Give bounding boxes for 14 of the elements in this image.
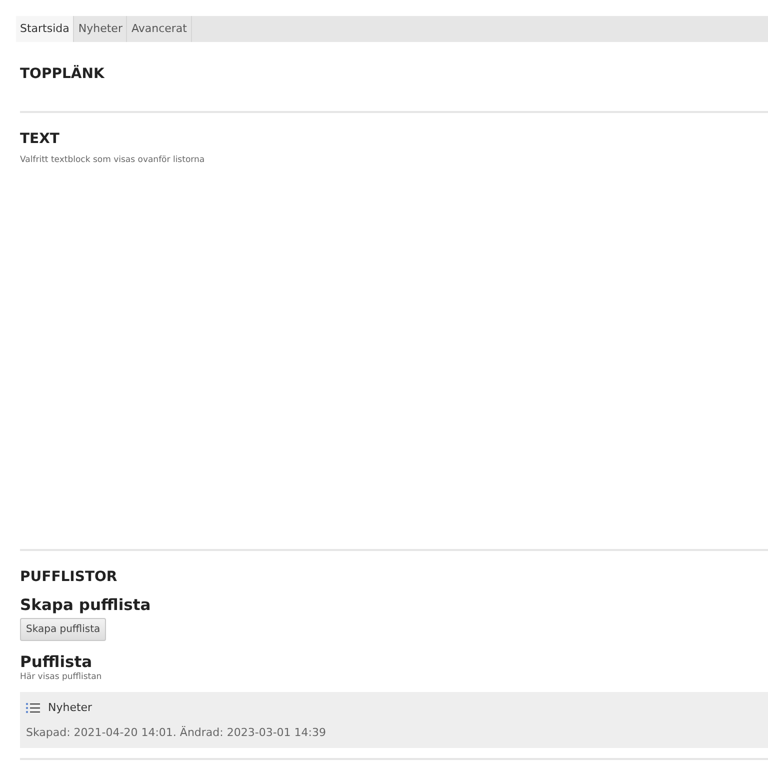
list-icon bbox=[26, 702, 40, 714]
list-item-title[interactable]: Nyheter bbox=[48, 700, 92, 716]
section-heading: TEXT bbox=[20, 130, 60, 149]
tab[interactable]: Nyheter bbox=[74, 16, 128, 42]
description-text: Valfritt textblock som visas ovanför listorna bbox=[20, 154, 206, 167]
section-heading: PUFFLISTOR bbox=[20, 568, 118, 587]
tab[interactable]: Startsida bbox=[16, 16, 74, 42]
subheading: Skapa pufflista bbox=[20, 596, 152, 615]
description-text: Här visas pufflistan bbox=[20, 671, 103, 684]
create-button[interactable]: Skapa pufflista bbox=[20, 618, 106, 641]
subheading: Pufflista bbox=[20, 652, 94, 672]
tab[interactable]: Avancerat bbox=[127, 16, 192, 42]
section-heading: TOPPLÄNK bbox=[20, 64, 106, 84]
item-meta-text: Skapad: 2021-04-20 14:01. Ändrad: 2023-03-01 14:39 bbox=[26, 725, 327, 742]
